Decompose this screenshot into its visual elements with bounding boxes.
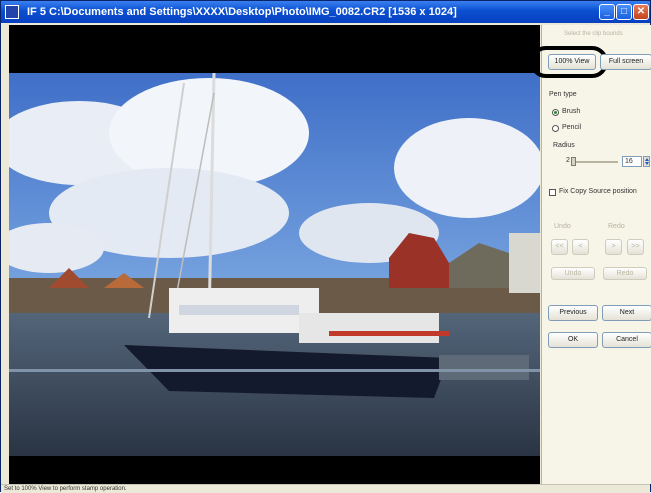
fix-source-label: Fix Copy Source position: [559, 188, 637, 195]
hint-text: Select the clip bounds: [564, 31, 623, 37]
app-window: IF 5 C:\Documents and Settings\XXXX\Desk…: [0, 0, 651, 493]
close-icon[interactable]: ✕: [633, 4, 649, 20]
undo-back-button[interactable]: <<: [551, 239, 568, 255]
previous-button[interactable]: Previous: [548, 305, 598, 321]
radius-slider[interactable]: [573, 161, 618, 163]
undo-step-button[interactable]: <: [572, 239, 589, 255]
fix-source-checkbox[interactable]: [549, 189, 556, 196]
redo-label: Redo: [608, 223, 625, 230]
full-screen-button[interactable]: Full screen: [600, 54, 651, 70]
brush-radio[interactable]: [552, 109, 559, 116]
brush-label: Brush: [562, 108, 581, 115]
radius-input[interactable]: 16: [622, 156, 642, 167]
image-viewer[interactable]: [9, 25, 540, 484]
stamp-tool-panel: Select the clip bounds 100% View Full sc…: [530, 25, 651, 484]
view-100-button[interactable]: 100% View: [548, 54, 596, 70]
maximize-icon[interactable]: □: [616, 4, 632, 20]
redo-fwd-button[interactable]: >>: [627, 239, 644, 255]
ok-button[interactable]: OK: [548, 332, 598, 348]
window-title: IF 5 C:\Documents and Settings\XXXX\Desk…: [27, 6, 457, 18]
pen-type-label: Pen type: [549, 91, 577, 98]
cancel-button[interactable]: Cancel: [602, 332, 651, 348]
undo-all-button[interactable]: Undo: [551, 267, 595, 280]
pencil-radio[interactable]: [552, 125, 559, 132]
redo-all-button[interactable]: Redo: [603, 267, 647, 280]
radius-spinner[interactable]: [643, 156, 650, 167]
minimize-icon[interactable]: _: [599, 4, 615, 20]
app-icon: [5, 5, 19, 19]
redo-step-button[interactable]: >: [605, 239, 622, 255]
undo-label: Undo: [554, 223, 571, 230]
radius-min-label: 2: [566, 157, 570, 164]
harbor-photo: [9, 73, 540, 456]
radius-slider-thumb[interactable]: [571, 157, 576, 166]
next-button[interactable]: Next: [602, 305, 651, 321]
pencil-label: Pencil: [562, 124, 582, 131]
radius-label: Radius: [553, 142, 575, 149]
title-bar[interactable]: IF 5 C:\Documents and Settings\XXXX\Desk…: [1, 1, 650, 23]
